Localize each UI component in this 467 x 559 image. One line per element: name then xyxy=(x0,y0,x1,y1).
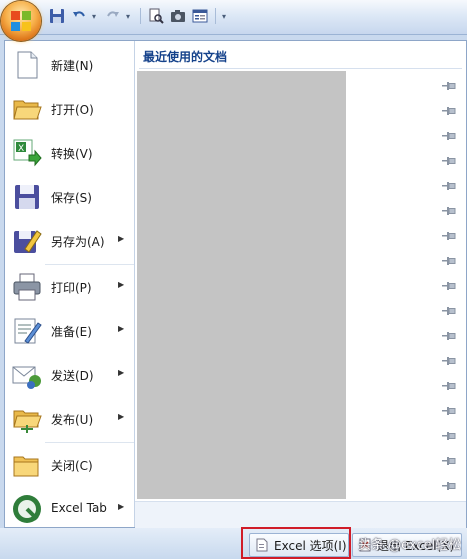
pin-icon[interactable] xyxy=(442,80,456,90)
pin-icon[interactable] xyxy=(442,280,456,290)
pin-icon[interactable] xyxy=(442,105,456,115)
menu-item-print[interactable]: 打印(P) ▶ xyxy=(5,265,134,309)
pin-icon[interactable] xyxy=(442,155,456,165)
title-bar: ▾ ▾ ▾ xyxy=(0,0,467,35)
excel-tab-icon xyxy=(13,495,41,523)
pin-icon[interactable] xyxy=(442,430,456,440)
redacted-recent-list xyxy=(137,71,346,499)
menu-item-label: 打印(P) xyxy=(51,281,92,295)
submenu-arrow-icon: ▶ xyxy=(118,234,125,243)
menu-commands: 新建(N) 打开(O) X 转换(V) 保存(S) 另存为(A) ▶ 打印(P)… xyxy=(5,41,135,527)
publish-icon xyxy=(13,410,42,433)
pin-icon[interactable] xyxy=(442,130,456,140)
new-document-icon xyxy=(17,51,38,79)
printer-icon xyxy=(13,273,41,301)
camera-icon[interactable] xyxy=(169,7,187,25)
options-document-icon xyxy=(256,538,268,552)
menu-item-label: 关闭(C) xyxy=(51,459,93,473)
prepare-icon xyxy=(14,318,42,344)
excel-options-label: Excel 选项(I) xyxy=(274,538,347,553)
pin-icon[interactable] xyxy=(442,180,456,190)
menu-item-save[interactable]: 保存(S) xyxy=(5,175,134,219)
recent-title-divider xyxy=(139,68,462,69)
menu-item-label: 保存(S) xyxy=(51,191,92,205)
save-as-icon xyxy=(14,230,42,253)
menu-item-label: 另存为(A) xyxy=(51,235,105,249)
close-folder-icon xyxy=(13,456,39,477)
pin-icon[interactable] xyxy=(442,480,456,490)
pin-icon[interactable] xyxy=(442,355,456,365)
redo-dropdown-icon[interactable]: ▾ xyxy=(126,12,134,21)
menu-item-open[interactable]: 打开(O) xyxy=(5,87,134,131)
send-icon xyxy=(12,366,41,389)
menu-item-new[interactable]: 新建(N) xyxy=(5,43,134,87)
recent-documents-title: 最近使用的文档 xyxy=(143,50,228,64)
menu-item-label: Excel Tab xyxy=(51,501,107,515)
menu-item-label: 发送(D) xyxy=(51,369,94,383)
open-folder-icon xyxy=(13,100,42,120)
save-icon[interactable] xyxy=(48,7,66,25)
pin-icon[interactable] xyxy=(442,455,456,465)
recent-documents-panel: 最近使用的文档 xyxy=(135,41,466,528)
print-preview-icon[interactable] xyxy=(147,7,165,25)
convert-icon: X xyxy=(13,139,42,167)
pin-icon[interactable] xyxy=(442,230,456,240)
redo-icon[interactable] xyxy=(104,7,122,25)
form-icon[interactable] xyxy=(191,7,209,25)
recent-panel-footer xyxy=(135,501,466,528)
menu-item-label: 准备(E) xyxy=(51,325,92,339)
submenu-arrow-icon: ▶ xyxy=(118,502,125,511)
pin-icon[interactable] xyxy=(442,205,456,215)
menu-item-label: 新建(N) xyxy=(51,59,94,73)
menu-item-save-as[interactable]: 另存为(A) ▶ xyxy=(5,219,134,263)
menu-item-prepare[interactable]: 准备(E) ▶ xyxy=(5,309,134,353)
quick-access-toolbar: ▾ ▾ ▾ xyxy=(48,5,230,27)
undo-dropdown-icon[interactable]: ▾ xyxy=(92,12,100,21)
submenu-arrow-icon: ▶ xyxy=(118,280,125,289)
office-button[interactable] xyxy=(1,1,41,41)
office-menu: 新建(N) 打开(O) X 转换(V) 保存(S) 另存为(A) ▶ 打印(P)… xyxy=(4,40,467,528)
submenu-arrow-icon: ▶ xyxy=(118,412,125,421)
customize-toolbar-icon[interactable]: ▾ xyxy=(222,12,230,21)
svg-text:X: X xyxy=(18,144,24,154)
menu-item-label: 转换(V) xyxy=(51,147,93,161)
menu-item-send[interactable]: 发送(D) ▶ xyxy=(5,353,134,397)
office-logo-icon xyxy=(11,11,31,31)
pin-icon[interactable] xyxy=(442,330,456,340)
undo-icon[interactable] xyxy=(70,7,88,25)
pin-icon[interactable] xyxy=(442,255,456,265)
pin-icon[interactable] xyxy=(442,405,456,415)
menu-item-convert[interactable]: X 转换(V) xyxy=(5,131,134,175)
menu-item-close[interactable]: 关闭(C) xyxy=(5,443,134,487)
toolbar-separator xyxy=(215,8,216,24)
submenu-arrow-icon: ▶ xyxy=(118,324,125,333)
submenu-arrow-icon: ▶ xyxy=(118,368,125,377)
menu-item-label: 打开(O) xyxy=(51,103,94,117)
menu-item-publish[interactable]: 发布(U) ▶ xyxy=(5,397,134,441)
save-icon xyxy=(15,185,39,209)
pin-icon[interactable] xyxy=(442,380,456,390)
toolbar-separator xyxy=(140,8,141,24)
excel-options-button[interactable]: Excel 选项(I) xyxy=(249,533,349,557)
menu-item-excel-tab[interactable]: Excel Tab ▶ xyxy=(5,487,134,531)
menu-item-label: 发布(U) xyxy=(51,413,94,427)
watermark: 头条 @excel轻松 xyxy=(358,538,462,553)
pin-icon[interactable] xyxy=(442,305,456,315)
